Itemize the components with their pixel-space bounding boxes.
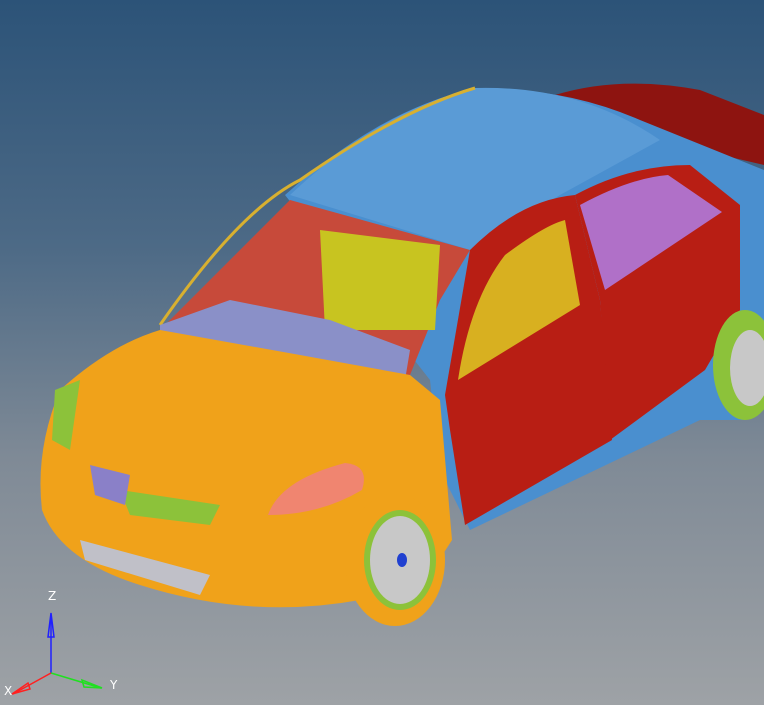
car-model[interactable]: Z Y X <box>0 0 764 705</box>
y-label: Y <box>109 678 118 692</box>
z-label: Z <box>48 589 56 603</box>
axis-triad: Z Y X <box>4 589 118 698</box>
front-wheel-hub <box>397 553 407 567</box>
x-label: X <box>4 684 12 698</box>
x-axis <box>12 672 52 695</box>
x-arrow <box>11 681 31 695</box>
front-seat <box>320 230 440 330</box>
y-axis <box>50 672 102 689</box>
3d-viewport[interactable]: Z Y X <box>0 0 764 705</box>
y-arrow <box>80 678 103 689</box>
